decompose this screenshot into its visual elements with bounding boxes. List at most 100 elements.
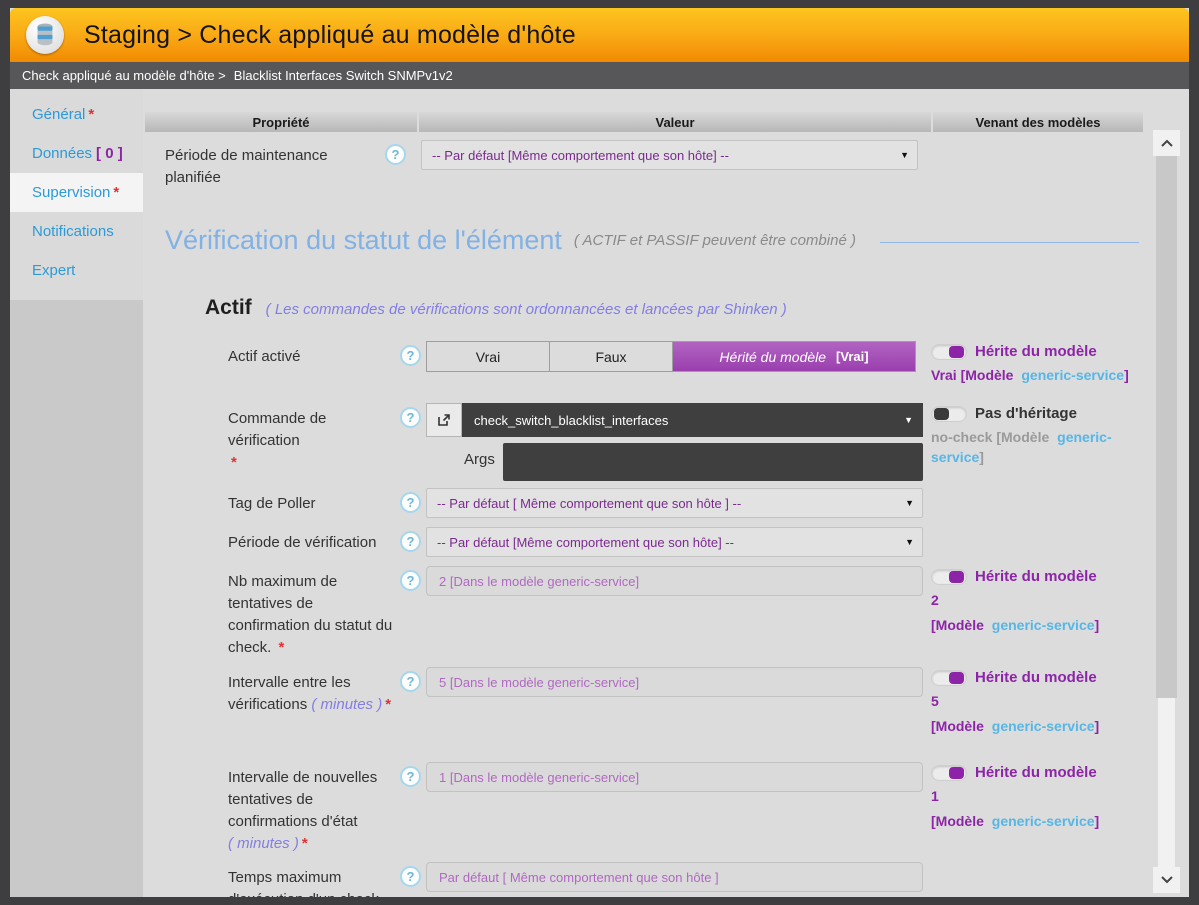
inherit-value: Vrai [Modèle [931, 367, 1013, 383]
sidebar-item-expert[interactable]: Expert [10, 251, 143, 290]
section-title: Vérification du statut de l'élément [165, 225, 562, 256]
required-mark: * [88, 106, 94, 123]
sidebar-item-supervision[interactable]: Supervision* [10, 173, 143, 212]
inherit-toggle[interactable] [931, 406, 967, 422]
section-subtitle: ( ACTIF et PASSIF peuvent être combiné ) [574, 232, 856, 249]
selected-value: -- Par défaut [ Même comportement que so… [437, 496, 741, 511]
table-header-row: Propriété Valeur Venant des modèles [145, 112, 1143, 132]
column-header-propriete: Propriété [145, 112, 417, 132]
inherit-toggle[interactable] [931, 344, 967, 360]
args-input[interactable] [503, 443, 923, 481]
inherit-toggle[interactable] [931, 765, 967, 781]
model-link[interactable]: generic-service [992, 718, 1095, 734]
selected-value: -- Par défaut [Même comportement que son… [432, 148, 729, 163]
inherit-value: 5 [931, 691, 1143, 711]
row-check-command: Commande de vérification * ? [228, 403, 1143, 481]
segment-herite-du-modele[interactable]: Hérité du modèle [Vrai] [673, 342, 915, 371]
external-link-icon [436, 412, 452, 428]
vertical-scrollbar [1153, 130, 1180, 893]
required-mark: * [231, 454, 237, 471]
inherit-toggle[interactable] [931, 670, 967, 686]
selected-value: -- Par défaut [Même comportement que son… [437, 535, 734, 550]
max-check-attempts-inherit-info: Hérite du modèle 2 [Modèle generic-servi… [931, 566, 1143, 635]
check-timeout-input[interactable] [426, 862, 923, 892]
args-label: Args [464, 443, 503, 481]
row-retry-interval: Intervalle de nouvelles tentatives de co… [228, 762, 1143, 855]
check-interval-label: Intervalle entre les vérifications ( min… [228, 667, 400, 716]
check-period-label: Période de vérification [228, 527, 400, 554]
sidebar-item-notifications[interactable]: Notifications [10, 212, 143, 251]
segment-faux[interactable]: Faux [550, 342, 673, 371]
retry-interval-label: Intervalle de nouvelles tentatives de co… [228, 762, 400, 855]
max-check-attempts-label: Nb maximum de tentatives de confirmation… [228, 566, 400, 659]
page-title: Staging > Check appliqué au modèle d'hôt… [84, 21, 576, 50]
column-header-valeur: Valeur [419, 112, 931, 132]
model-suffix: ] [1095, 813, 1100, 829]
segment-vrai[interactable]: Vrai [427, 342, 550, 371]
sidebar-item-donnees[interactable]: Données[ 0 ] [10, 134, 143, 173]
help-icon[interactable]: ? [400, 407, 421, 428]
chevron-down-icon: ▼ [900, 150, 909, 160]
chevron-up-icon [1161, 139, 1173, 147]
sidebar: Général* Données[ 0 ] Supervision* Notif… [10, 89, 143, 897]
chevron-down-icon: ▼ [905, 537, 914, 547]
row-check-timeout: Temps maximum d'exécution d'un check ( s… [228, 862, 1143, 897]
row-poller-tag: Tag de Poller ? -- Par défaut [ Même com… [228, 488, 1143, 518]
poller-tag-select[interactable]: -- Par défaut [ Même comportement que so… [426, 488, 923, 518]
model-prefix: [Modèle [931, 813, 984, 829]
help-icon[interactable]: ? [385, 144, 406, 165]
segment-value: [Vrai] [836, 349, 869, 364]
group-title: Actif [205, 296, 252, 320]
column-header-venant-des-modeles: Venant des modèles [933, 112, 1143, 132]
open-command-button[interactable] [426, 403, 462, 437]
inherit-title: Hérite du modèle [975, 764, 1097, 781]
database-icon [26, 16, 64, 54]
title-bar: Staging > Check appliqué au modèle d'hôt… [10, 8, 1189, 62]
check-period-select[interactable]: -- Par défaut [Même comportement que son… [426, 527, 923, 557]
breadcrumb: Check appliqué au modèle d'hôte > Blackl… [10, 62, 1189, 89]
segment-label: Hérité du modèle [719, 349, 826, 365]
help-icon[interactable]: ? [400, 531, 421, 552]
model-link[interactable]: generic-service [1021, 367, 1124, 383]
maintenance-period-select[interactable]: -- Par défaut [Même comportement que son… [421, 140, 918, 170]
check-interval-inherit-info: Hérite du modèle 5 [Modèle generic-servi… [931, 667, 1143, 736]
check-interval-input[interactable] [426, 667, 923, 697]
section-divider [880, 242, 1139, 243]
breadcrumb-parent[interactable]: Check appliqué au modèle d'hôte > [22, 68, 226, 83]
model-link[interactable]: generic-service [992, 813, 1095, 829]
label-text: Nb maximum de tentatives de confirmation… [228, 573, 392, 656]
section-heading: Vérification du statut de l'élément ( AC… [165, 225, 1143, 256]
sidebar-item-label: Données [32, 145, 92, 162]
help-icon[interactable]: ? [400, 671, 421, 692]
max-check-attempts-input[interactable] [426, 566, 923, 596]
app-window: Staging > Check appliqué au modèle d'hôt… [10, 8, 1189, 897]
check-command-select[interactable]: check_switch_blacklist_interfaces ▼ [462, 403, 923, 437]
row-actif-active: Actif activé ? Vrai Faux Hérité du modèl… [228, 341, 1143, 385]
unit-hint: ( minutes ) [228, 835, 299, 852]
content-area: Propriété Valeur Venant des modèles Péri… [143, 89, 1189, 897]
help-icon[interactable]: ? [400, 492, 421, 513]
retry-interval-input[interactable] [426, 762, 923, 792]
sidebar-item-label: Général [32, 106, 85, 123]
group-actif-heading: Actif ( Les commandes de vérifications s… [205, 296, 1143, 320]
inherit-suffix: ] [1124, 367, 1129, 383]
inherit-value: 2 [931, 590, 1143, 610]
model-prefix: [Modèle [931, 718, 984, 734]
scroll-up-button[interactable] [1153, 130, 1180, 156]
sidebar-item-general[interactable]: Général* [10, 95, 143, 134]
help-icon[interactable]: ? [400, 345, 421, 366]
required-mark: * [385, 696, 391, 713]
scroll-down-button[interactable] [1153, 867, 1180, 893]
inherit-title: Hérite du modèle [975, 568, 1097, 585]
help-icon[interactable]: ? [400, 766, 421, 787]
inherit-toggle[interactable] [931, 569, 967, 585]
sidebar-item-label: Supervision [32, 184, 110, 201]
help-icon[interactable]: ? [400, 866, 421, 887]
help-icon[interactable]: ? [400, 570, 421, 591]
model-link[interactable]: generic-service [992, 617, 1095, 633]
chevron-down-icon [1161, 876, 1173, 884]
row-check-period: Période de vérification ? -- Par défaut … [228, 527, 1143, 557]
inherit-title: Hérite du modèle [975, 343, 1097, 360]
label-text: Commande de vérification [228, 410, 326, 449]
scrollbar-thumb[interactable] [1156, 156, 1177, 698]
